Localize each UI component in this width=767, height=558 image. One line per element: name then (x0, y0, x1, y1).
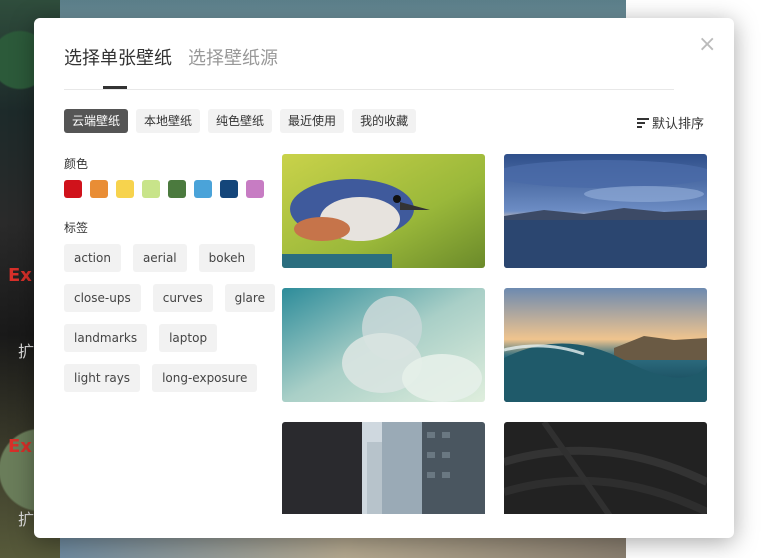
tab-single-wallpaper[interactable]: 选择单张壁纸 (64, 44, 172, 70)
bird-image (282, 154, 485, 268)
tag-curves[interactable]: curves (152, 284, 213, 312)
filter-solid-color-wallpaper[interactable]: 纯色壁纸 (208, 109, 273, 133)
wallpaper-thumbnail-bird[interactable] (282, 154, 485, 268)
tag-glare[interactable]: glare (224, 284, 275, 312)
color-swatch-red[interactable] (64, 180, 82, 198)
sort-icon (636, 117, 649, 129)
wallpaper-modal: × 选择单张壁纸 选择壁纸源 云端壁纸 本地壁纸 纯色壁纸 最近使用 我的收藏 … (34, 18, 734, 538)
color-swatch-list (64, 180, 264, 198)
tag-aerial[interactable]: aerial (132, 244, 187, 272)
wallpaper-thumbnail-clouds[interactable] (282, 288, 485, 402)
color-swatch-sky-blue[interactable] (194, 180, 212, 198)
tag-bokeh[interactable]: bokeh (198, 244, 256, 272)
wallpaper-thumbnail-lake-sky[interactable] (504, 154, 707, 268)
tabs-divider (64, 89, 674, 90)
tag-laptop[interactable]: laptop (159, 324, 218, 352)
wallpaper-thumbnail-city-street[interactable] (282, 422, 485, 514)
filter-recently-used[interactable]: 最近使用 (280, 109, 345, 133)
modal-tabs: 选择单张壁纸 选择壁纸源 (64, 44, 278, 70)
color-swatch-yellow[interactable] (116, 180, 134, 198)
filter-my-favorites[interactable]: 我的收藏 (352, 109, 417, 133)
tag-list: action aerial bokeh close-ups curves gla… (64, 244, 276, 392)
color-swatch-dark-green[interactable] (168, 180, 186, 198)
background-bottom-art (60, 535, 630, 558)
background-kuo-text: 扩 (18, 510, 35, 529)
tag-close-ups[interactable]: close-ups (64, 284, 141, 312)
sort-label: 默认排序 (651, 117, 704, 132)
background-ex-text: Ex (8, 436, 32, 457)
wallpaper-grid (282, 154, 707, 514)
filter-local-wallpaper[interactable]: 本地壁纸 (136, 109, 201, 133)
wallpaper-thumbnail-dark-architecture[interactable] (504, 422, 707, 514)
close-icon[interactable]: × (698, 34, 716, 56)
colors-label: 颜色 (64, 157, 89, 171)
tag-landmarks[interactable]: landmarks (64, 324, 148, 352)
background-kuo-text: 扩 (18, 342, 35, 361)
tag-long-exposure[interactable]: long-exposure (152, 364, 258, 392)
tags-label: 标签 (64, 221, 89, 235)
color-swatch-orange[interactable] (90, 180, 108, 198)
source-filter-bar: 云端壁纸 本地壁纸 纯色壁纸 最近使用 我的收藏 (64, 109, 417, 133)
wave-coast-image (504, 288, 707, 402)
sort-dropdown[interactable]: 默认排序 (636, 113, 704, 132)
city-street-image (282, 422, 485, 514)
lake-sky-image (504, 154, 707, 268)
filter-cloud-wallpaper[interactable]: 云端壁纸 (64, 109, 129, 133)
wallpaper-thumbnail-wave-coast[interactable] (504, 288, 707, 402)
tab-wallpaper-source[interactable]: 选择壁纸源 (188, 44, 278, 70)
clouds-image (282, 288, 485, 402)
tag-light-rays[interactable]: light rays (64, 364, 141, 392)
color-swatch-light-green[interactable] (142, 180, 160, 198)
dark-architecture-image (504, 422, 707, 514)
color-swatch-purple[interactable] (246, 180, 264, 198)
tag-action[interactable]: action (64, 244, 121, 272)
background-ex-text: Ex (8, 265, 32, 286)
color-swatch-navy[interactable] (220, 180, 238, 198)
